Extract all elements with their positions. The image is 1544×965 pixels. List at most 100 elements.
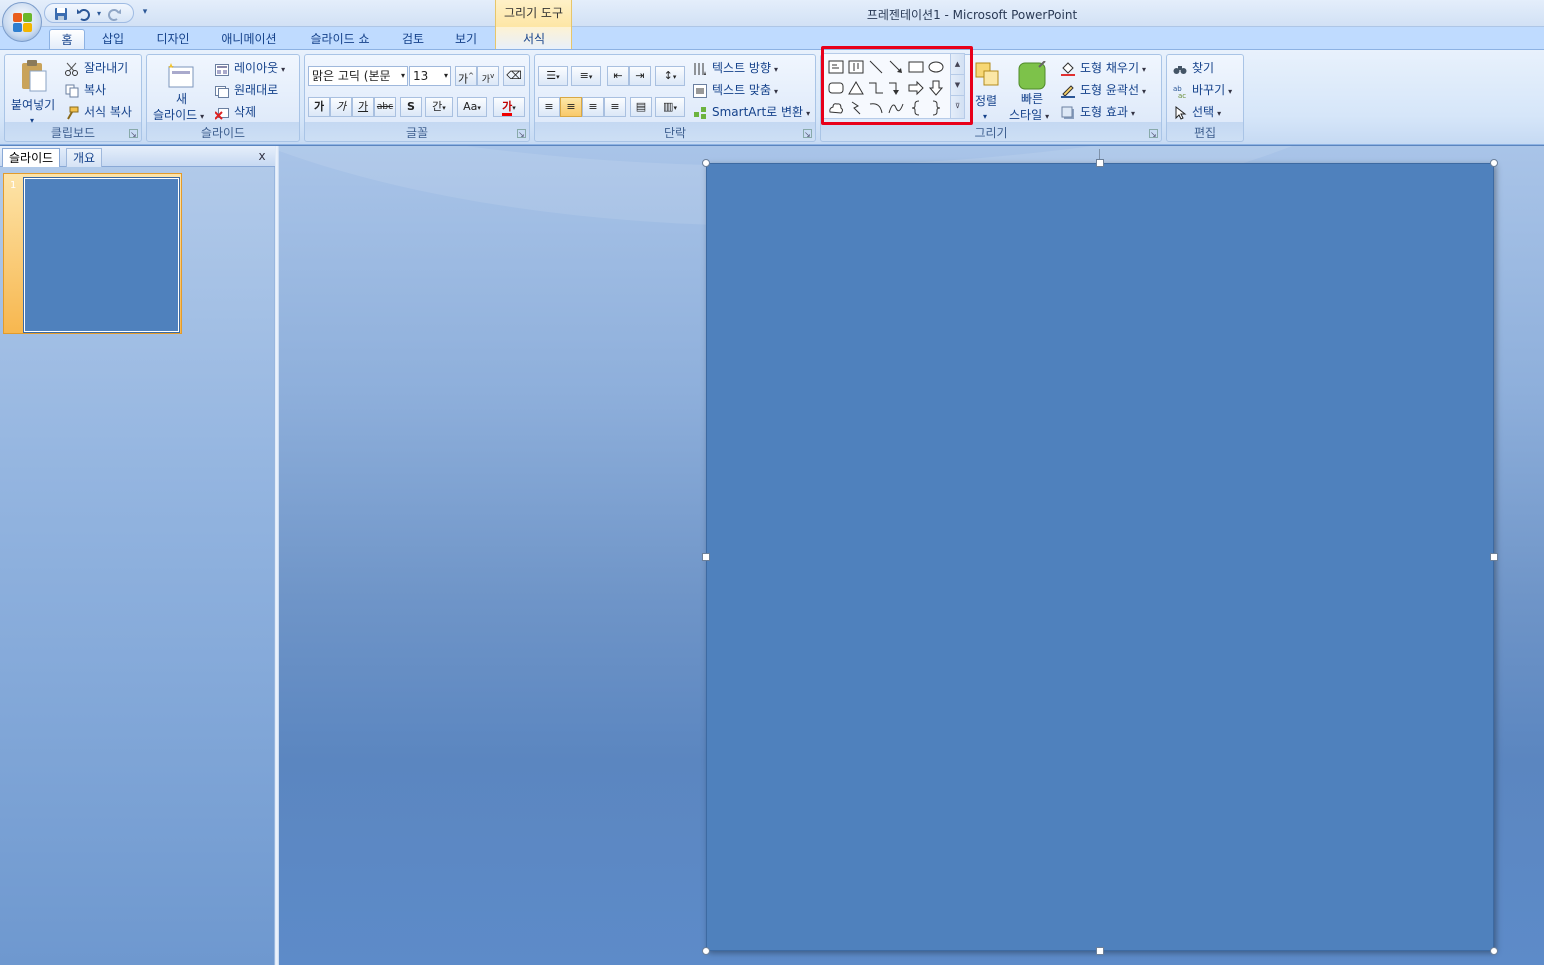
align-text-button[interactable]: 텍스트 맞춤 ▾ xyxy=(693,80,778,100)
select-label: 선택 xyxy=(1192,105,1215,119)
align-right-icon[interactable]: ≡ xyxy=(582,97,604,117)
font-group-label: 글꼴 xyxy=(405,126,429,140)
italic-button[interactable]: 가 xyxy=(330,97,352,117)
tab-insert[interactable]: 삽입 xyxy=(92,29,134,49)
slide-thumbnail-selected[interactable]: 1 xyxy=(3,173,182,334)
resize-handle-left[interactable] xyxy=(702,553,710,561)
columns-icon[interactable]: ▥▾ xyxy=(655,97,685,117)
shape-fill-label: 도형 채우기 xyxy=(1080,61,1140,75)
align-text-dropdown-icon: ▾ xyxy=(774,87,779,96)
delete-slide-button[interactable]: 삭제 xyxy=(214,102,256,122)
layout-button[interactable]: 레이아웃 ▾ xyxy=(215,58,285,78)
quick-styles-label-1[interactable]: 빠른 xyxy=(1021,91,1043,107)
copy-label: 복사 xyxy=(84,83,107,97)
brush-icon xyxy=(65,106,81,120)
quick-styles-button[interactable]: 스타일 ▾ xyxy=(1009,107,1049,123)
tab-design[interactable]: 디자인 xyxy=(146,29,200,49)
cut-button[interactable]: 잘라내기 xyxy=(65,58,128,78)
paint-bucket-icon xyxy=(1061,61,1077,76)
panel-tab-outline[interactable]: 개요 xyxy=(66,148,103,167)
new-slide-label-2: 슬라이드 xyxy=(153,108,198,122)
replace-dropdown-icon: ▾ xyxy=(1228,87,1233,96)
align-center-icon[interactable]: ≡ xyxy=(560,97,582,117)
change-case-button[interactable]: Aa▾ xyxy=(457,97,487,117)
text-direction-dropdown-icon: ▾ xyxy=(774,65,779,74)
font-name-select[interactable]: 맑은 고딕 (본문 ▾ xyxy=(308,66,408,86)
new-slide-icon[interactable] xyxy=(165,61,195,91)
clipboard-dialog-launcher-icon[interactable]: ↘ xyxy=(129,129,138,139)
selected-shape[interactable] xyxy=(706,163,1494,951)
shape-fill-button[interactable]: 도형 채우기 ▾ xyxy=(1061,58,1146,78)
resize-handle-right[interactable] xyxy=(1490,553,1498,561)
select-button[interactable]: 선택 ▾ xyxy=(1173,102,1221,122)
cursor-arrow-icon xyxy=(1173,105,1189,120)
shape-outline-button[interactable]: 도형 윤곽선 ▾ xyxy=(1061,80,1146,100)
font-size-select[interactable]: 13 ▾ xyxy=(409,66,451,86)
resize-handle-bottom[interactable] xyxy=(1096,947,1104,955)
smartart-convert-button[interactable]: SmartArt로 변환 ▾ xyxy=(693,102,810,122)
ribbon-tabs: 홈 삽입 디자인 애니메이션 슬라이드 쇼 검토 보기 xyxy=(0,27,1544,49)
font-size-dropdown-icon: ▾ xyxy=(443,71,448,80)
resize-handle-top-left[interactable] xyxy=(702,159,710,167)
panel-close-icon[interactable]: x xyxy=(255,149,269,163)
resize-handle-bottom-left[interactable] xyxy=(702,947,710,955)
paragraph-group-label: 단락 xyxy=(663,126,687,140)
arrange-icon[interactable] xyxy=(974,61,1002,91)
tab-format[interactable]: 서식 xyxy=(514,29,554,49)
select-dropdown-icon: ▾ xyxy=(1217,109,1222,118)
distributed-icon[interactable]: ▤ xyxy=(630,97,652,117)
text-direction-label: 텍스트 방향 xyxy=(712,61,772,75)
bullets-icon[interactable]: ☰▾ xyxy=(538,66,568,86)
new-slide-label-1[interactable]: 새 xyxy=(176,91,187,107)
find-button[interactable]: 찾기 xyxy=(1173,58,1214,78)
text-shadow-button[interactable]: S xyxy=(400,97,422,117)
justify-icon[interactable]: ≡ xyxy=(604,97,626,117)
tab-view[interactable]: 보기 xyxy=(446,29,486,49)
char-spacing-button[interactable]: 간▾ xyxy=(425,97,453,117)
paste-icon[interactable] xyxy=(19,59,49,93)
tab-review[interactable]: 검토 xyxy=(393,29,433,49)
window-title-text: 프레젠테이션1 - Microsoft PowerPoint xyxy=(866,8,1078,22)
decrease-indent-icon[interactable]: ⇤ xyxy=(607,66,629,86)
shape-outline-dropdown-icon: ▾ xyxy=(1142,87,1147,96)
shape-effects-button[interactable]: 도형 효과 ▾ xyxy=(1061,102,1135,122)
panel-tab-slides[interactable]: 슬라이드 xyxy=(2,148,61,167)
quick-styles-icon[interactable] xyxy=(1017,60,1049,91)
quick-styles-label-2: 스타일 xyxy=(1009,108,1043,122)
numbering-icon[interactable]: ≡▾ xyxy=(571,66,601,86)
paragraph-dialog-launcher-icon[interactable]: ↘ xyxy=(803,129,812,139)
format-painter-button[interactable]: 서식 복사 xyxy=(65,102,132,122)
replace-icon: ab ac xyxy=(1173,84,1189,100)
copy-button[interactable]: 복사 xyxy=(65,80,106,100)
resize-handle-top-right[interactable] xyxy=(1490,159,1498,167)
reset-button[interactable]: 원래대로 xyxy=(215,80,278,100)
bold-button[interactable]: 가 xyxy=(308,97,330,117)
clear-formatting-icon[interactable]: ⌫ xyxy=(503,66,525,86)
drawing-dialog-launcher-icon[interactable]: ↘ xyxy=(1149,129,1158,139)
font-size-value: 13 xyxy=(413,69,429,83)
shrink-font-button[interactable]: 가v xyxy=(477,66,499,86)
line-spacing-icon[interactable]: ↕▾ xyxy=(655,66,685,86)
grow-font-button[interactable]: 가^ xyxy=(455,66,477,86)
tab-slide-show[interactable]: 슬라이드 쇼 xyxy=(300,29,380,49)
underline-button[interactable]: 가 xyxy=(352,97,374,117)
new-slide-button[interactable]: 슬라이드 ▾ xyxy=(153,107,204,123)
resize-handle-bottom-right[interactable] xyxy=(1490,947,1498,955)
shapes-highlight-box xyxy=(821,46,973,125)
slide-thumbnail-image[interactable] xyxy=(23,177,180,333)
tab-home[interactable]: 홈 xyxy=(49,29,85,49)
font-color-label: 가 xyxy=(502,100,513,116)
resize-handle-top[interactable] xyxy=(1096,159,1104,167)
increase-indent-icon[interactable]: ⇥ xyxy=(629,66,651,86)
text-direction-button[interactable]: 텍스트 방향 ▾ xyxy=(693,58,778,78)
text-direction-icon xyxy=(693,62,709,76)
font-dialog-launcher-icon[interactable]: ↘ xyxy=(517,129,526,139)
smartart-icon xyxy=(693,106,709,120)
layout-icon xyxy=(215,62,231,76)
office-button[interactable] xyxy=(2,2,42,42)
strikethrough-button[interactable]: abc xyxy=(374,97,396,117)
tab-animations[interactable]: 애니메이션 xyxy=(212,29,286,49)
font-color-button[interactable]: 가▾ xyxy=(493,97,525,117)
replace-button[interactable]: ab ac 바꾸기 ▾ xyxy=(1173,80,1232,100)
align-left-icon[interactable]: ≡ xyxy=(538,97,560,117)
